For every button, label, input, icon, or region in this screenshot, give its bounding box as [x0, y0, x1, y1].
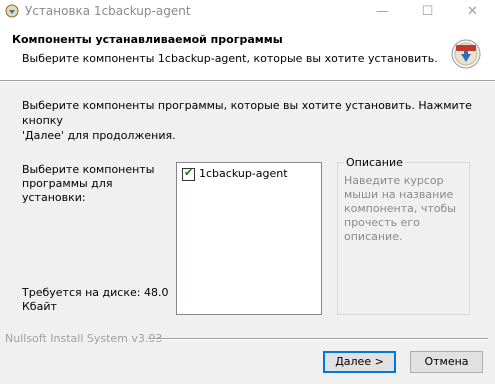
page-subtitle: Выберите компоненты 1cbackup-agent, кото… [22, 52, 438, 65]
window-title: Установка 1cbackup-agent [25, 4, 191, 18]
title-bar[interactable]: Установка 1cbackup-agent — ☐ ✕ [0, 0, 495, 23]
header-divider-highlight [0, 81, 495, 82]
minimize-icon: — [376, 4, 389, 19]
close-icon: ✕ [467, 4, 478, 19]
close-button[interactable]: ✕ [450, 0, 495, 23]
intro-text: Выберите компоненты программы, которые в… [22, 99, 472, 142]
maximize-icon: ☐ [421, 4, 434, 19]
next-button[interactable]: Далее > [323, 351, 396, 373]
list-item[interactable]: ✔ 1cbackup-agent [177, 163, 321, 183]
checkmark-icon: ✔ [184, 166, 194, 179]
branding-text: Nullsoft Install System v3.03 [5, 332, 163, 345]
disk-space-label: Требуется на диске: 48.0 Кбайт [22, 286, 169, 313]
page-title: Компоненты устанавливаемой программы [12, 33, 283, 46]
cancel-button[interactable]: Отмена [410, 351, 483, 373]
description-text: Наведите курсор мыши на название компоне… [344, 174, 456, 243]
component-checkbox[interactable]: ✔ [182, 166, 195, 181]
maximize-button[interactable]: ☐ [405, 0, 450, 23]
installer-logo-icon [450, 37, 482, 69]
select-components-label: Выберите компоненты программы для устано… [22, 163, 155, 204]
wizard-header: Компоненты устанавливаемой программы Выб… [0, 23, 495, 80]
installer-icon [5, 4, 19, 18]
footer-divider-highlight [148, 339, 488, 340]
components-list[interactable]: ✔ 1cbackup-agent [176, 162, 322, 315]
component-label[interactable]: 1cbackup-agent [199, 167, 288, 180]
description-title: Описание [344, 156, 405, 169]
minimize-button[interactable]: — [360, 0, 405, 23]
